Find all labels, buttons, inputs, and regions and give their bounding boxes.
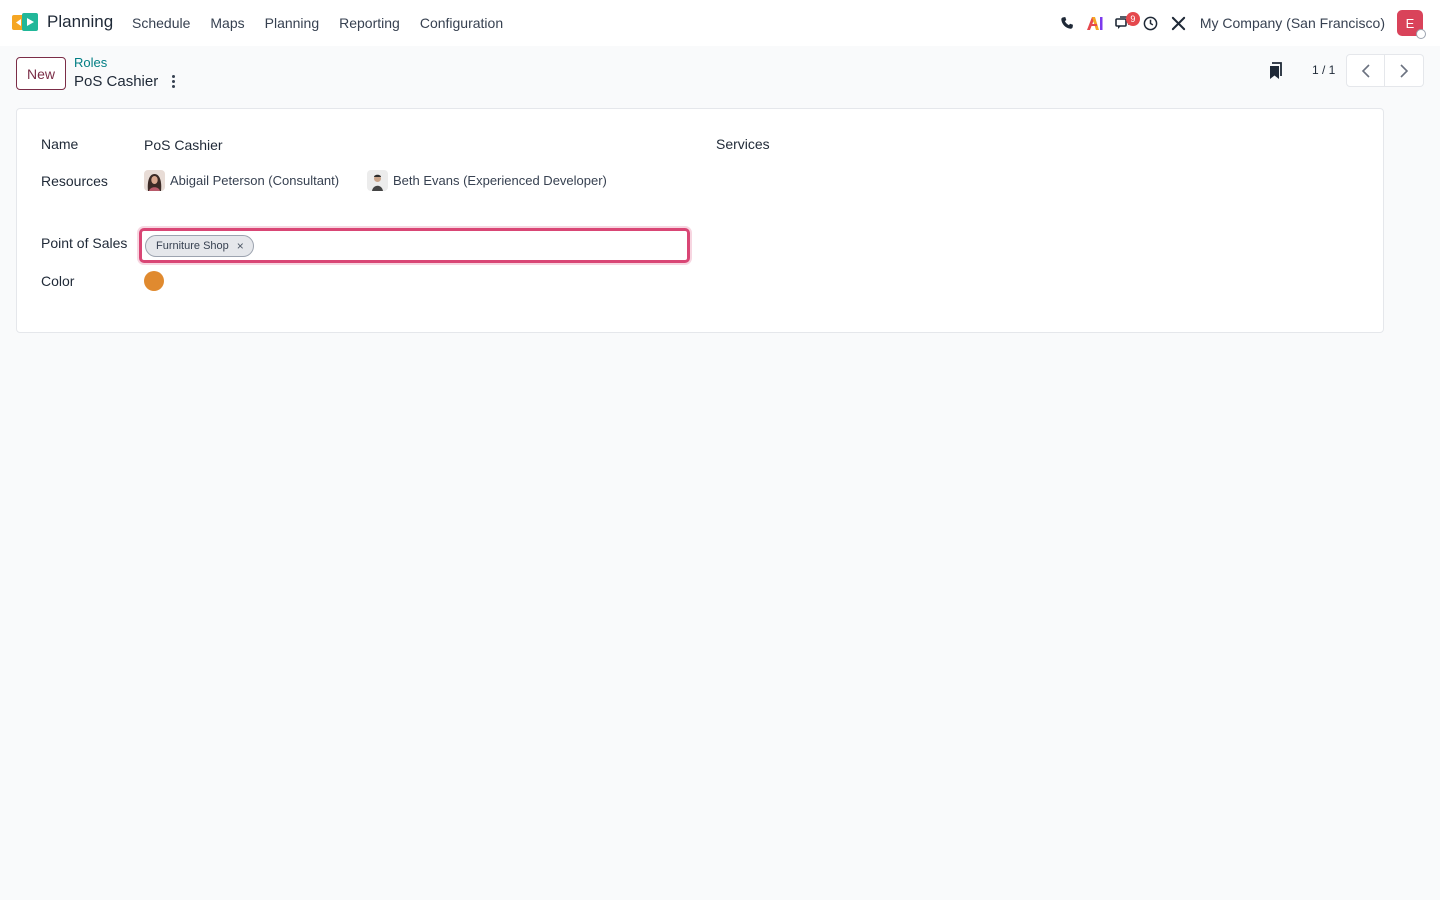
menu-item-planning[interactable]: Planning [255,0,330,46]
phone-icon[interactable] [1054,10,1080,36]
color-picker[interactable] [144,271,164,291]
user-initial: E [1405,15,1415,31]
color-label: Color [41,273,75,289]
top-navbar: Planning Schedule Maps Planning Reportin… [0,0,1440,46]
app-name[interactable]: Planning [47,12,113,32]
user-status-icon [1416,29,1426,39]
systray: 9 My Company (San Francisco) E [1052,0,1440,46]
resource-tag[interactable]: Abigail Peterson (Consultant) [144,170,339,191]
menu-item-reporting[interactable]: Reporting [329,0,410,46]
user-avatar[interactable]: E [1397,10,1426,39]
pager-buttons [1346,54,1424,87]
pager-next-button[interactable] [1385,54,1424,87]
menu-item-schedule[interactable]: Schedule [122,0,200,46]
resource-tag[interactable]: Beth Evans (Experienced Developer) [367,170,607,191]
name-field[interactable]: PoS Cashier [144,137,223,153]
record-title: PoS Cashier [74,73,159,90]
main-menu: Schedule Maps Planning Reporting Configu… [122,0,513,46]
chat-icon[interactable]: 9 [1110,10,1140,36]
resource-avatar [367,170,388,191]
pos-tag-label: Furniture Shop [156,239,229,252]
bookmark-icon[interactable] [1266,61,1284,81]
chevron-left-icon [1361,63,1370,78]
breadcrumb-roles[interactable]: Roles [74,55,107,70]
resources-label: Resources [41,173,108,189]
resource-avatar [144,170,165,191]
name-label: Name [41,136,79,152]
clock-icon[interactable] [1138,10,1164,36]
pos-tag: Furniture Shop × [145,234,254,257]
resource-name: Beth Evans (Experienced Developer) [393,173,607,188]
ai-icon[interactable] [1082,10,1108,36]
pager-previous-button[interactable] [1346,54,1385,87]
planning-app-icon[interactable] [12,11,40,33]
menu-item-maps[interactable]: Maps [200,0,254,46]
form-sheet: Name PoS Cashier Services Resources Abig… [16,108,1384,333]
actions-menu-icon[interactable] [165,72,181,90]
chevron-right-icon [1400,63,1409,78]
services-label: Services [716,136,770,152]
new-button[interactable]: New [16,57,66,90]
remove-tag-icon[interactable]: × [237,239,244,253]
company-switcher[interactable]: My Company (San Francisco) [1200,15,1385,31]
pos-label: Point of Sales [41,235,128,251]
tools-icon[interactable] [1166,10,1192,36]
resource-name: Abigail Peterson (Consultant) [170,173,340,188]
menu-item-configuration[interactable]: Configuration [410,0,513,46]
pos-many2many-field[interactable]: Furniture Shop × [139,228,690,263]
pager-value: 1 / 1 [1312,63,1336,77]
